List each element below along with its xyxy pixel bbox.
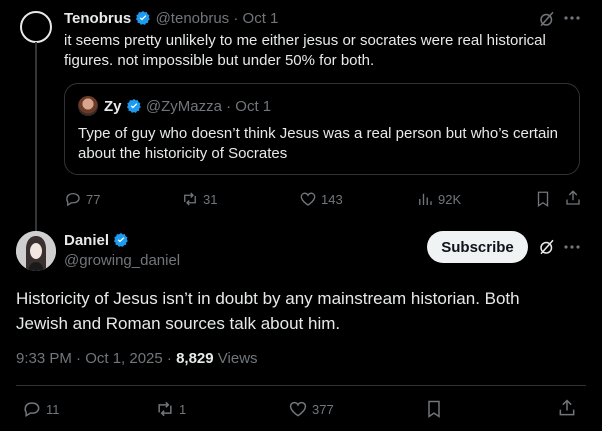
author-handle[interactable]: @growing_daniel [64, 252, 180, 269]
tweet2-header: Daniel [64, 232, 129, 249]
bookmark-icon[interactable] [424, 399, 444, 419]
verified-badge-icon [135, 10, 151, 26]
reply-icon [22, 399, 42, 419]
views-label: Views [217, 350, 258, 367]
divider [16, 385, 586, 386]
share-icon[interactable] [557, 398, 577, 418]
verified-badge-icon [113, 232, 129, 248]
tweet1-header: Tenobrus @tenobrus · Oct 1 [64, 10, 278, 27]
repost-icon [155, 399, 175, 419]
like-button[interactable]: 377 [288, 399, 334, 419]
thread-line [35, 42, 37, 232]
quote-author-name: Zy [104, 98, 122, 115]
heart-icon [299, 190, 317, 208]
separator-dot: · [233, 10, 239, 27]
repost-count: 31 [203, 191, 218, 207]
share-icon[interactable] [564, 189, 582, 207]
repost-button[interactable]: 31 [181, 190, 217, 208]
tweet2-text: Historicity of Jesus isn’t in doubt by a… [16, 289, 520, 333]
repost-icon [181, 190, 199, 208]
more-options-icon[interactable] [564, 244, 580, 250]
avatar-zy[interactable] [78, 96, 98, 116]
reply-count: 11 [46, 401, 60, 417]
separator-dot: · [226, 98, 232, 115]
reply-icon [64, 190, 82, 208]
author-handle[interactable]: @tenobrus [156, 10, 230, 27]
quote-date: Oct 1 [235, 98, 272, 115]
reply-count: 77 [86, 191, 101, 207]
author-name[interactable]: Daniel [64, 232, 109, 249]
repost-button[interactable]: 1 [155, 399, 186, 419]
tweet1-text: it seems pretty unlikely to me either je… [64, 32, 546, 69]
view-count: 92K [438, 191, 462, 207]
heart-icon [288, 399, 308, 419]
reply-button[interactable]: 11 [22, 399, 60, 419]
post-metadata: 9:33 PM · Oct 1, 2025 · 8,829 Views [16, 350, 258, 367]
more-options-icon[interactable] [564, 15, 580, 21]
quote-header: Zy @ZyMazza · Oct 1 [104, 98, 271, 115]
grok-icon[interactable] [538, 10, 556, 28]
avatar-tenobrus[interactable] [20, 11, 52, 43]
post-date[interactable]: Oct 1 [243, 10, 279, 27]
like-button[interactable]: 143 [299, 190, 343, 208]
avatar-daniel[interactable] [16, 231, 56, 271]
views-button[interactable]: 92K [416, 190, 461, 208]
like-count: 377 [312, 401, 334, 417]
subscribe-button[interactable]: Subscribe [427, 231, 528, 263]
analytics-icon [416, 190, 434, 208]
quote-text: Type of guy who doesn’t think Jesus was … [78, 125, 558, 162]
verified-badge-icon [126, 98, 142, 114]
like-count: 143 [321, 191, 343, 207]
author-name[interactable]: Tenobrus [64, 10, 131, 27]
bookmark-icon[interactable] [534, 190, 552, 208]
quote-author-handle: @ZyMazza [145, 98, 222, 115]
post-timestamp[interactable]: 9:33 PM · Oct 1, 2025 · [16, 350, 172, 367]
repost-count: 1 [179, 401, 187, 417]
view-count: 8,829 [176, 350, 214, 367]
reply-button[interactable]: 77 [64, 190, 100, 208]
grok-icon[interactable] [538, 238, 556, 256]
